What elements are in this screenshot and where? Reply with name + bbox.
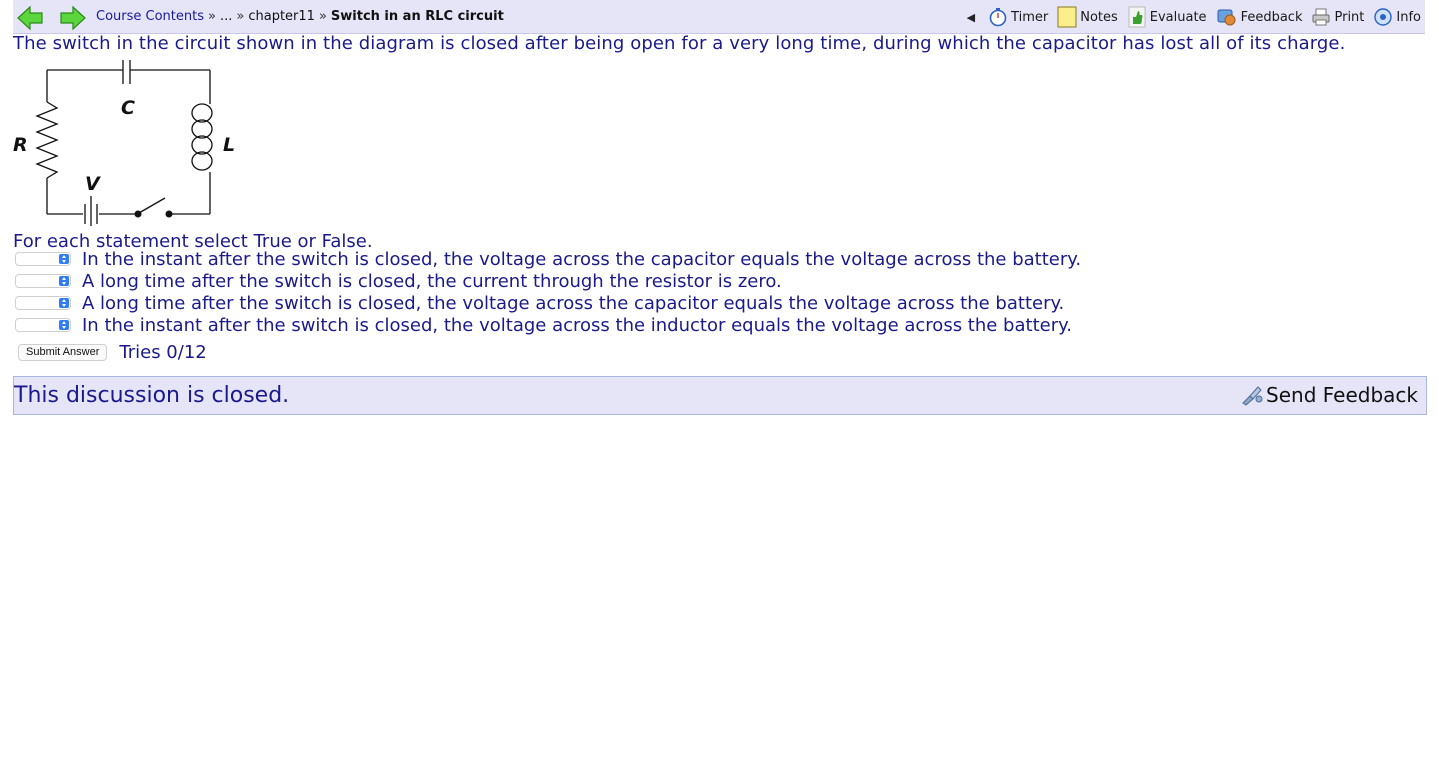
select-arrows-icon bbox=[59, 254, 69, 264]
true-false-select-4[interactable] bbox=[15, 318, 71, 332]
evaluate-button[interactable]: Evaluate bbox=[1127, 6, 1207, 28]
battery-label: V bbox=[85, 173, 101, 195]
breadcrumb-ellipsis[interactable]: ... bbox=[220, 9, 232, 24]
breadcrumb-current: Switch in an RLC circuit bbox=[330, 9, 504, 24]
toolbar: ◀ Timer Notes Evaluate Feedback Print In… bbox=[967, 5, 1421, 29]
timer-label: Timer bbox=[1011, 9, 1049, 25]
timer-icon bbox=[989, 8, 1007, 27]
statement-row: A long time after the switch is closed, … bbox=[15, 270, 1081, 292]
breadcrumb-separator: » bbox=[208, 9, 216, 24]
resistor-label: R bbox=[13, 134, 28, 156]
statement-row: A long time after the switch is closed, … bbox=[15, 292, 1081, 314]
forward-arrow-icon[interactable] bbox=[59, 5, 87, 31]
feedback-button[interactable]: Feedback bbox=[1216, 6, 1303, 28]
send-feedback-link[interactable]: Send Feedback bbox=[1240, 383, 1418, 407]
breadcrumb-course-contents[interactable]: Course Contents bbox=[96, 9, 204, 24]
statement-text: In the instant after the switch is close… bbox=[82, 314, 1072, 336]
problem-intro: The switch in the circuit shown in the d… bbox=[13, 33, 1346, 54]
breadcrumb-separator: » bbox=[318, 9, 327, 24]
print-label: Print bbox=[1334, 9, 1365, 25]
submit-answer-button[interactable]: Submit Answer bbox=[18, 344, 108, 361]
true-false-select-1[interactable] bbox=[15, 252, 71, 266]
timer-button[interactable]: Timer bbox=[988, 7, 1048, 27]
select-arrows-icon bbox=[59, 276, 69, 286]
statement-list: In the instant after the switch is close… bbox=[15, 248, 1081, 336]
print-button[interactable]: Print bbox=[1311, 7, 1364, 27]
back-arrow-icon[interactable] bbox=[16, 5, 44, 31]
statement-text: A long time after the switch is closed, … bbox=[82, 270, 782, 292]
statement-row: In the instant after the switch is close… bbox=[15, 314, 1081, 336]
send-feedback-icon bbox=[1242, 386, 1263, 406]
select-arrows-icon bbox=[59, 320, 69, 330]
collapse-toolbar-button[interactable]: ◀ bbox=[967, 11, 975, 24]
info-icon bbox=[1374, 8, 1393, 26]
problem-content: The switch in the circuit shown in the d… bbox=[13, 33, 1425, 364]
notes-label: Notes bbox=[1080, 9, 1118, 25]
statement-text: A long time after the switch is closed, … bbox=[82, 292, 1065, 314]
top-nav-bar: Course Contents»...» chapter11» Switch in … bbox=[13, 0, 1425, 34]
submit-row: Submit Answer Tries 0/12 bbox=[18, 342, 207, 363]
statement-row: In the instant after the switch is close… bbox=[15, 248, 1081, 270]
send-feedback-label: Send Feedback bbox=[1266, 383, 1418, 407]
rlc-circuit-diagram: C R L V bbox=[13, 60, 235, 226]
notes-icon bbox=[1057, 6, 1077, 28]
printer-icon bbox=[1312, 8, 1330, 26]
feedback-icon bbox=[1217, 9, 1236, 26]
breadcrumb-chapter[interactable]: chapter11 bbox=[248, 9, 315, 24]
info-label: Info bbox=[1396, 9, 1421, 25]
true-false-select-3[interactable] bbox=[15, 296, 71, 310]
true-false-select-2[interactable] bbox=[15, 274, 71, 288]
info-button[interactable]: Info bbox=[1373, 7, 1421, 27]
tries-counter: Tries 0/12 bbox=[119, 342, 207, 363]
capacitor-label: C bbox=[121, 97, 135, 119]
inductor-label: L bbox=[223, 134, 235, 156]
evaluate-label: Evaluate bbox=[1149, 9, 1207, 25]
feedback-label: Feedback bbox=[1240, 9, 1303, 25]
discussion-closed-text: This discussion is closed. bbox=[14, 383, 290, 408]
breadcrumb-separator: » bbox=[236, 9, 245, 24]
select-arrows-icon bbox=[59, 298, 69, 308]
thumbs-up-icon bbox=[1128, 6, 1146, 28]
notes-button[interactable]: Notes bbox=[1057, 6, 1118, 28]
breadcrumb: Course Contents»...» chapter11» Switch in … bbox=[96, 9, 504, 24]
statement-text: In the instant after the switch is close… bbox=[82, 248, 1082, 270]
discussion-bar: This discussion is closed. Send Feedback bbox=[13, 376, 1427, 415]
